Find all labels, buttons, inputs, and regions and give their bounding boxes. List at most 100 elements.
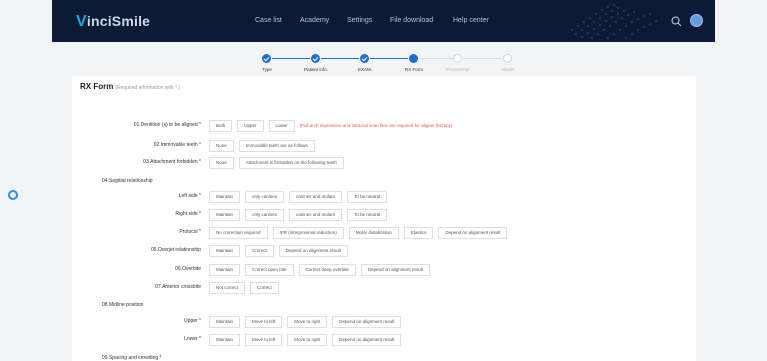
option-group: Not correct Correct [209, 282, 279, 294]
form-row: 03.Attachment forbidden * None Attachment … [72, 156, 692, 170]
option-button[interactable]: No correction required [209, 227, 268, 239]
form-title: RX Form (Required information with *.) [80, 82, 181, 91]
form-row: Protocol * No correction required IPR (int… [72, 226, 692, 240]
form-row: 08.Midline position [72, 299, 692, 313]
option-button[interactable]: Correct open bite [245, 264, 294, 276]
nav-academy[interactable]: Academy [300, 17, 329, 24]
step-label-type[interactable]: Type [247, 67, 287, 72]
option-button[interactable]: canines and molars [289, 209, 343, 221]
step-connector [370, 58, 408, 59]
requirement-note: (Full arch impression and intraoral scan… [299, 123, 453, 128]
form-row: Upper * Maintain Move to left Move to right… [72, 315, 692, 329]
field-label: 05.Overjet relationship [150, 247, 201, 253]
option-group: Both Upper Lower (Full arch impression and … [209, 120, 452, 132]
option-button[interactable]: Depend on alignment result [360, 264, 430, 276]
step-dot-rx-form [409, 54, 418, 63]
option-group: No correction required IPR (interproximal… [209, 227, 508, 239]
option-button[interactable]: Depend on alignment result [332, 334, 402, 346]
form-subtitle: (Required information with *.) [115, 85, 181, 91]
option-button[interactable]: Maintain [209, 209, 241, 221]
form-row: 05.Overjet relationship Maintain Correct De… [72, 244, 692, 258]
option-group: None Immovable teeth are as follows [209, 140, 315, 152]
option-button[interactable]: Maintain [209, 191, 241, 203]
user-avatar[interactable] [690, 14, 703, 27]
form-row: Right side * Maintain only canines canines … [72, 208, 692, 222]
option-button[interactable]: Move to right [287, 316, 328, 328]
option-button[interactable]: canines and molars [289, 191, 343, 203]
option-button[interactable]: Depend on alignment result [332, 316, 402, 328]
step-dot-exam [360, 54, 369, 63]
option-button[interactable]: IPR (interproximal reduction) [272, 227, 344, 239]
field-label: 09.Spacing and crowding * [102, 355, 162, 361]
step-connector [419, 58, 457, 59]
option-button[interactable]: Attachment is forbidden on the following… [238, 157, 344, 169]
rx-form-card: RX Form (Required information with *.) 01… [72, 76, 696, 361]
field-label: 04.Sagittal relationship [102, 178, 153, 184]
field-label: 03.Attachment forbidden * [143, 159, 201, 165]
option-button[interactable]: Depend on alignment result [278, 245, 348, 257]
search-icon[interactable] [671, 16, 682, 27]
option-button[interactable]: Upper [237, 120, 264, 132]
option-button[interactable]: Move to left [245, 334, 283, 346]
option-button[interactable]: Immovable teeth are as follows [238, 140, 315, 152]
field-label: Lower * [184, 336, 201, 342]
option-group: Maintain Correct open bite Correct deep ov… [209, 264, 430, 276]
option-button[interactable]: To be neutral [347, 209, 388, 221]
option-button[interactable]: Correct deep overbite [298, 264, 356, 276]
step-dot-model [503, 54, 512, 63]
step-label-model[interactable]: Model [488, 67, 528, 72]
step-dot-photos [453, 54, 462, 63]
nav-file-download[interactable]: File download [390, 17, 433, 24]
decorative-dot-pattern [571, 4, 657, 39]
form-row: Left side * Maintain only canines canines a… [72, 190, 692, 204]
form-row: 06.Overbite Maintain Correct open bite Corr… [72, 263, 692, 277]
form-row: 09.Spacing and crowding * [72, 352, 692, 361]
option-button[interactable]: Move to left [245, 316, 283, 328]
option-button[interactable]: None [209, 157, 234, 169]
option-group: Maintain only canines canines and molars To… [209, 191, 388, 203]
option-button[interactable]: Maintain [209, 316, 241, 328]
step-connector [321, 58, 359, 59]
form-row: 01.Dentition (s) to be aligned * Both Uppe… [72, 119, 692, 133]
option-button[interactable]: Maintain [209, 334, 241, 346]
step-label-exam[interactable]: EXAM. [345, 67, 385, 72]
form-row: 07.Anterior crossbite Not correct Correct [72, 281, 692, 295]
step-label-rx-form[interactable]: RX Form [394, 67, 434, 72]
nav-settings[interactable]: Settings [347, 17, 372, 24]
option-button[interactable]: Correct [245, 245, 274, 257]
field-label: 06.Overbite [175, 266, 201, 272]
step-dot-patient-info [311, 54, 320, 63]
option-button[interactable]: only canines [245, 209, 285, 221]
field-label: Upper * [184, 318, 201, 324]
option-button[interactable]: Depend on alignment result [438, 227, 508, 239]
step-connector [272, 58, 310, 59]
form-row: Lower * Maintain Move to left Move to right… [72, 333, 692, 347]
option-button[interactable]: Not correct [209, 282, 246, 294]
vincismile-logo[interactable]: VinciSmile [76, 13, 150, 31]
form-row: 02.Immovable teeth * None Immovable teeth … [72, 139, 692, 153]
top-navbar: VinciSmile Case list Academy Settings Fi… [52, 0, 715, 42]
floating-help-ring-icon[interactable] [8, 190, 18, 200]
option-group: Maintain Move to left Move to right Depend … [209, 316, 402, 328]
option-button[interactable]: Move to right [287, 334, 328, 346]
option-button[interactable]: Both [209, 120, 233, 132]
field-label: Protocol * [179, 229, 201, 235]
option-button[interactable]: only canines [245, 191, 285, 203]
field-label: 02.Immovable teeth * [153, 142, 201, 148]
nav-help-center[interactable]: Help center [453, 17, 489, 24]
option-button[interactable]: Lower [268, 120, 295, 132]
option-button[interactable]: None [209, 140, 234, 152]
step-connector [463, 58, 501, 59]
form-row: 04.Sagittal relationship [72, 175, 692, 189]
option-group: Maintain only canines canines and molars To… [209, 209, 388, 221]
option-button[interactable]: Elastics [403, 227, 434, 239]
option-button[interactable]: Maintain [209, 245, 241, 257]
option-button[interactable]: Maintain [209, 264, 241, 276]
option-button[interactable]: To be neutral [347, 191, 388, 203]
option-button[interactable]: Molar distalization [348, 227, 399, 239]
nav-case-list[interactable]: Case list [255, 17, 282, 24]
field-label: Left side * [178, 193, 201, 199]
step-label-patient-info[interactable]: Patient info. [296, 67, 336, 72]
step-label-photos[interactable]: Photos/Imgs [438, 67, 478, 72]
option-button[interactable]: Correct [250, 282, 279, 294]
